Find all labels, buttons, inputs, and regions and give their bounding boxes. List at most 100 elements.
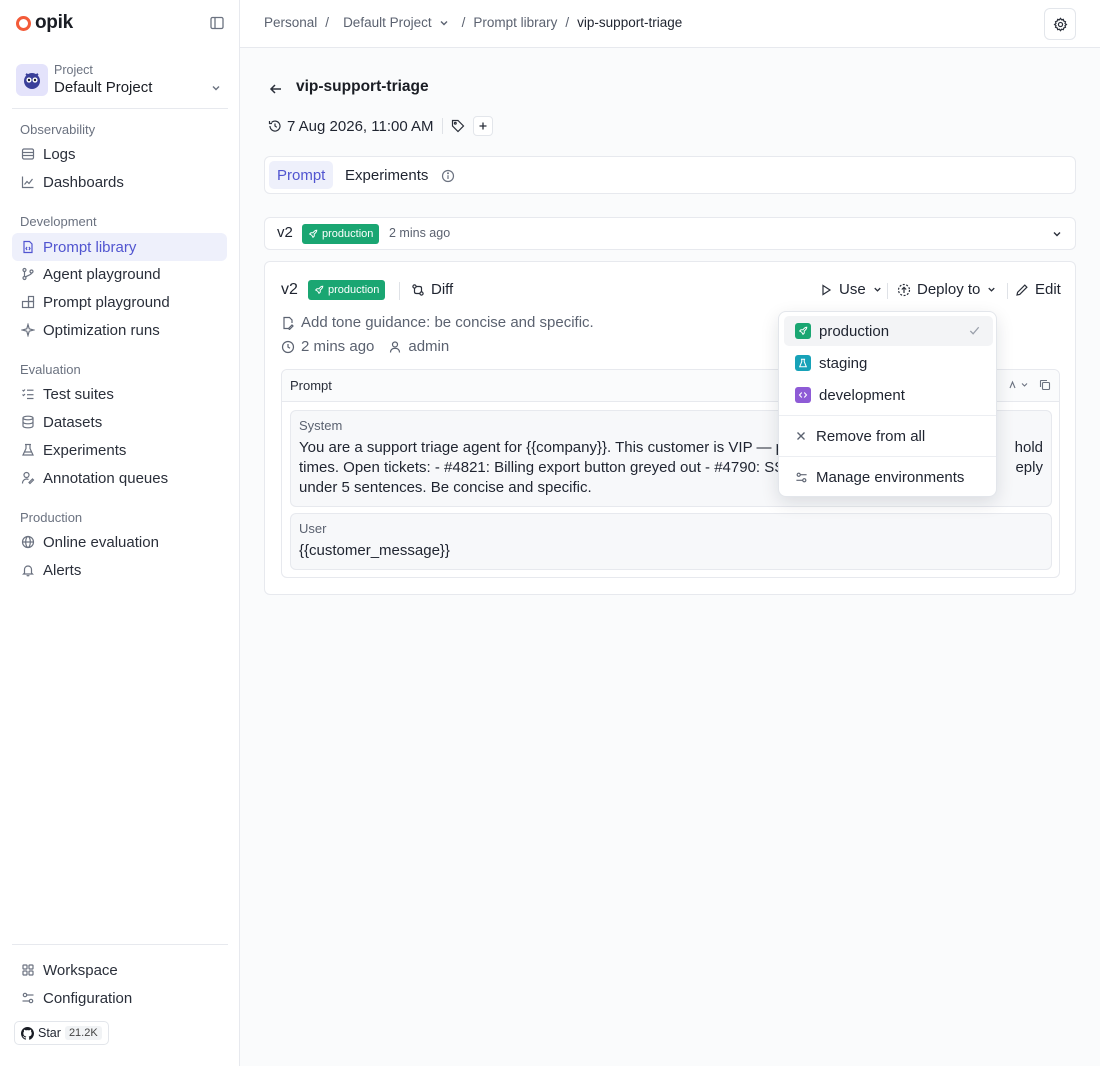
chevron-down-icon <box>873 287 881 292</box>
plus-icon <box>479 122 487 130</box>
version-meta: 2 mins ago admin <box>281 338 449 355</box>
prompt-meta: 7 Aug 2026, 11:00 AM <box>268 116 493 136</box>
check-icon <box>969 326 980 335</box>
info-icon[interactable] <box>441 169 455 183</box>
sidebar-item-prompt-library[interactable]: Prompt library <box>12 233 227 261</box>
project-label: Project <box>54 63 93 77</box>
menu-item-label: production <box>819 322 890 340</box>
menu-item-development[interactable]: development <box>784 380 993 410</box>
section-title-observability: Observability <box>20 122 96 137</box>
globe-icon <box>21 535 35 549</box>
play-icon <box>822 283 832 296</box>
sliders-icon <box>22 992 34 1004</box>
sidebar-item-test-suites[interactable]: Test suites <box>12 380 227 408</box>
main-content: vip-support-triage 7 Aug 2026, 11:00 AM … <box>240 48 1100 1066</box>
star-count: 21.2K <box>64 1026 102 1040</box>
project-selector[interactable]: Project Default Project <box>16 60 228 100</box>
breadcrumb-section[interactable]: Prompt library <box>473 15 557 30</box>
sidebar-item-dashboards[interactable]: Dashboards <box>12 168 227 196</box>
settings-button[interactable] <box>1044 8 1076 40</box>
version-author: admin <box>408 338 450 355</box>
close-icon <box>797 432 805 440</box>
sidebar-item-configuration[interactable]: Configuration <box>12 984 227 1012</box>
sidebar-item-label: Experiments <box>43 441 127 459</box>
sidebar-item-agent-playground[interactable]: Agent playground <box>12 260 227 288</box>
tag-icon[interactable] <box>451 119 465 133</box>
sidebar-item-label: Logs <box>43 145 76 163</box>
sidebar-item-alerts[interactable]: Alerts <box>12 556 227 584</box>
sidebar-item-datasets[interactable]: Datasets <box>12 408 227 436</box>
github-star-button[interactable]: Star 21.2K <box>14 1021 109 1045</box>
breadcrumb-project[interactable]: Default Project <box>343 15 450 30</box>
tab-bar: Prompt Experiments <box>264 156 1076 194</box>
sidebar-item-optimization-runs[interactable]: Optimization runs <box>12 316 227 344</box>
section-title-development: Development <box>20 214 97 229</box>
menu-item-staging[interactable]: staging <box>784 348 993 378</box>
message-line: You are a support triage agent for {{com… <box>299 439 785 456</box>
menu-item-manage-environments[interactable]: Manage environments <box>784 462 993 492</box>
database-icon <box>22 415 34 429</box>
project-name: Default Project <box>54 79 153 96</box>
divider <box>441 118 443 134</box>
sidebar-item-label: Test suites <box>43 385 114 403</box>
copy-icon[interactable] <box>1039 379 1051 391</box>
view-mode-icon[interactable] <box>1007 379 1029 391</box>
blocks-icon <box>21 295 35 309</box>
sidebar-item-annotation-queues[interactable]: Annotation queues <box>12 464 227 492</box>
version-selector[interactable]: v2 production 2 mins ago <box>264 217 1076 250</box>
rocket-icon <box>314 285 324 295</box>
rocket-icon <box>795 323 811 339</box>
version-time: 2 mins ago <box>389 226 451 240</box>
sidebar: opik Project Default Project Observabili… <box>0 0 240 1066</box>
add-tag-button[interactable] <box>472 116 493 136</box>
page-title: vip-support-triage <box>296 78 429 95</box>
edit-button[interactable]: Edit <box>1015 281 1061 298</box>
section-title-evaluation: Evaluation <box>20 362 81 377</box>
sidebar-toggle-icon[interactable] <box>209 15 225 31</box>
list-checks-icon <box>22 389 34 400</box>
menu-item-label: Remove from all <box>816 427 926 445</box>
tab-experiments[interactable]: Experiments <box>337 161 436 189</box>
sidebar-item-label: Datasets <box>43 413 103 431</box>
use-button[interactable]: Use <box>819 281 883 298</box>
gear-icon <box>1053 16 1067 32</box>
commit-message-text: Add tone guidance: be concise and specif… <box>301 314 594 331</box>
divider <box>12 944 228 945</box>
environment-badge: production <box>308 280 386 300</box>
sidebar-item-label: Configuration <box>43 989 133 1007</box>
sidebar-item-experiments[interactable]: Experiments <box>12 436 227 464</box>
menu-item-production[interactable]: production <box>784 316 993 346</box>
user-icon <box>390 340 401 353</box>
project-avatar <box>16 64 48 96</box>
breadcrumb-workspace[interactable]: Personal <box>264 15 317 30</box>
divider <box>1007 283 1008 299</box>
divider <box>887 283 888 299</box>
star-label: Star <box>38 1026 61 1040</box>
prompt-date: 7 Aug 2026, 11:00 AM <box>287 117 434 135</box>
menu-item-remove-from-all[interactable]: Remove from all <box>784 421 993 451</box>
pencil-icon <box>1016 283 1028 296</box>
chevron-down-icon <box>440 20 448 25</box>
history-icon <box>268 120 281 132</box>
sidebar-item-label: Alerts <box>43 561 82 579</box>
rocket-icon <box>308 229 318 239</box>
sidebar-item-online-evaluation[interactable]: Online evaluation <box>12 528 227 556</box>
opik-logo[interactable]: opik <box>16 12 73 34</box>
chevron-down-icon <box>1053 232 1061 237</box>
sidebar-item-logs[interactable]: Logs <box>12 140 227 168</box>
diff-button[interactable]: Diff <box>411 281 453 298</box>
tab-prompt[interactable]: Prompt <box>269 161 334 189</box>
sidebar-item-workspace[interactable]: Workspace <box>12 956 227 984</box>
environment-badge: production <box>302 224 380 244</box>
divider <box>12 108 228 109</box>
deploy-to-button[interactable]: Deploy to <box>897 281 997 298</box>
message-line-tail: eply <box>1015 459 1043 476</box>
sidebar-item-prompt-playground[interactable]: Prompt playground <box>12 288 227 316</box>
flask-icon <box>795 355 811 371</box>
sparkles-icon <box>21 323 35 337</box>
edit-label: Edit <box>1035 281 1061 298</box>
breadcrumb-separator: / <box>565 15 570 30</box>
clock-icon <box>281 340 295 353</box>
sidebar-item-label: Dashboards <box>43 173 124 191</box>
arrow-left-icon[interactable] <box>268 81 284 97</box>
